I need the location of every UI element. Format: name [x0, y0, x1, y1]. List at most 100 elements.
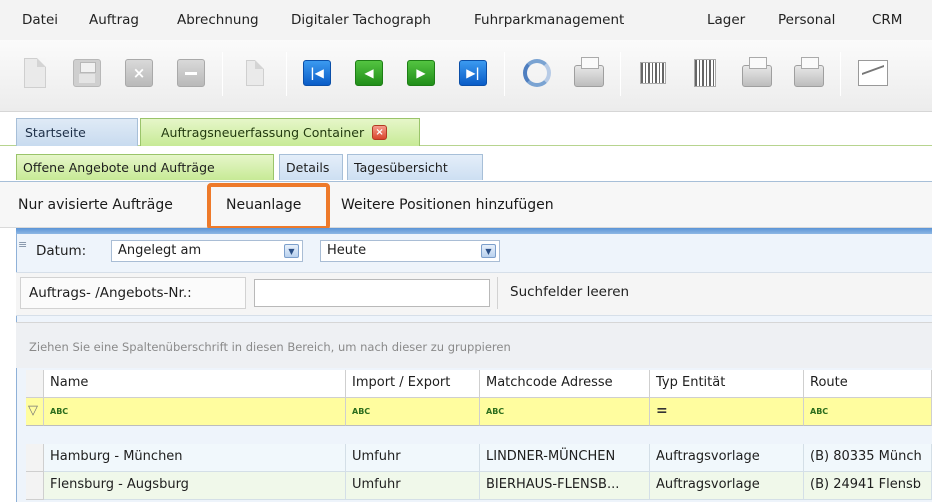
datum-range-select[interactable]: Heute ▼: [320, 240, 500, 262]
print-preview-icon[interactable]: [740, 55, 774, 91]
column-header-typ-entitaet[interactable]: Typ Entität: [650, 370, 804, 398]
cell-text: Umfuhr: [352, 477, 401, 492]
tab-startseite[interactable]: Startseite: [16, 118, 138, 146]
refresh-icon[interactable]: [520, 55, 554, 91]
auftrags-nr-label: Auftrags- /Angebots-Nr.:: [20, 277, 246, 309]
menu-abrechnung[interactable]: Abrechnung: [177, 12, 259, 28]
cell-text: Flensburg - Augsburg: [50, 477, 189, 492]
filter-operator-icon: =: [656, 403, 668, 419]
filter-row-icon: ▽: [26, 398, 44, 426]
cell-text: Auftragsvorlage: [656, 449, 760, 464]
neuanlage-highlight: [207, 183, 330, 230]
column-header-name[interactable]: Name: [44, 370, 346, 398]
column-label: Name: [50, 375, 89, 390]
auftrags-nr-label-text: Auftrags- /Angebots-Nr.:: [29, 285, 192, 301]
column-label: Typ Entität: [656, 375, 726, 390]
close-icon[interactable]: ×: [372, 125, 388, 140]
table-cell[interactable]: BIERHAUS-FLENSB...: [480, 472, 650, 500]
table-cell[interactable]: Flensburg - Augsburg: [44, 472, 346, 500]
tab-label: Startseite: [25, 125, 86, 140]
table-cell[interactable]: (B) 24941 Flensb: [804, 472, 932, 500]
datum-label: Datum:: [36, 243, 87, 259]
filter-operator-icon: ABC: [50, 407, 69, 416]
cell-text: Auftragsvorlage: [656, 477, 760, 492]
cell-text: (B) 24941 Flensb: [810, 477, 922, 492]
filter-cell-matchcode[interactable]: ABC: [480, 398, 650, 426]
copy-icon[interactable]: [238, 55, 272, 91]
tab-auftragsneuerfassung[interactable]: Auftragsneuerfassung Container ×: [140, 118, 420, 146]
menu-personal[interactable]: Personal: [778, 12, 835, 28]
new-document-icon[interactable]: [18, 55, 52, 91]
print-icon[interactable]: [572, 55, 606, 91]
menu-fuhrparkmanagement[interactable]: Fuhrparkmanagement: [474, 12, 624, 28]
filter-operator-icon: ABC: [352, 407, 371, 416]
datum-range-value: Heute: [327, 243, 367, 258]
filter-operator-icon: ABC: [486, 407, 505, 416]
menu-crm[interactable]: CRM: [872, 12, 902, 28]
filter-cell-name[interactable]: ABC: [44, 398, 346, 426]
chevron-down-icon[interactable]: ▼: [481, 244, 496, 258]
menu-datei[interactable]: Datei: [22, 12, 58, 28]
barcode-print-icon[interactable]: [688, 55, 722, 91]
column-label: Route: [810, 375, 848, 390]
menu-lager[interactable]: Lager: [707, 12, 745, 28]
clear-label: Suchfelder leeren: [510, 284, 630, 300]
cell-text: (B) 80335 Münch: [810, 449, 922, 464]
panel-header-bar: [16, 228, 932, 234]
column-label: Matchcode Adresse: [486, 375, 613, 390]
export-icon[interactable]: [792, 55, 826, 91]
minus-icon[interactable]: [174, 55, 208, 91]
subtab-label: Tagesübersicht: [354, 160, 448, 175]
table-cell[interactable]: Umfuhr: [346, 444, 480, 472]
barcode-icon[interactable]: [636, 55, 670, 91]
column-header-route[interactable]: Route: [804, 370, 932, 398]
subtab-strip: Offene Angebote und Aufträge Details Tag…: [0, 146, 932, 182]
cancel-icon[interactable]: ×: [122, 55, 156, 91]
column-header-matchcode[interactable]: Matchcode Adresse: [480, 370, 650, 398]
filter-cell-import-export[interactable]: ABC: [346, 398, 480, 426]
previous-record-icon[interactable]: ◀: [352, 55, 386, 91]
nur-avisierte-button[interactable]: Nur avisierte Aufträge: [18, 197, 173, 213]
menu-bar: Datei Auftrag Abrechnung Digitaler Tacho…: [0, 0, 932, 40]
cell-text: BIERHAUS-FLENSB...: [486, 477, 620, 492]
filter-cell-typ-entitaet[interactable]: =: [650, 398, 804, 426]
table-cell[interactable]: Hamburg - München: [44, 444, 346, 472]
drag-grip-icon[interactable]: ≡: [18, 239, 27, 260]
table-cell[interactable]: Auftragsvorlage: [650, 472, 804, 500]
tab-strip: Startseite Auftragsneuerfassung Containe…: [0, 112, 932, 146]
subtab-label: Offene Angebote und Aufträge: [23, 160, 215, 175]
cell-text: Hamburg - München: [50, 449, 183, 464]
table-cell[interactable]: (B) 80335 Münch: [804, 444, 932, 472]
action-bar: Nur avisierte Aufträge Neuanlage Weitere…: [0, 182, 932, 228]
row-selector[interactable]: [26, 472, 44, 500]
datum-type-value: Angelegt am: [118, 243, 202, 258]
subtab-tagesuebersicht[interactable]: Tagesübersicht: [347, 154, 483, 180]
menu-auftrag[interactable]: Auftrag: [89, 12, 139, 28]
subtab-details[interactable]: Details: [279, 154, 343, 180]
chart-icon[interactable]: [856, 55, 890, 91]
toolbar: × |◀ ◀ ▶ ▶|: [0, 40, 932, 112]
chevron-down-icon[interactable]: ▼: [284, 244, 299, 258]
filter-cell-route[interactable]: ABC: [804, 398, 932, 426]
row-selector-header: [26, 370, 44, 398]
last-record-icon[interactable]: ▶|: [456, 55, 490, 91]
row-selector[interactable]: [26, 444, 44, 472]
tab-label: Auftragsneuerfassung Container: [161, 125, 365, 140]
auftrags-nr-input[interactable]: [254, 279, 490, 307]
datum-type-select[interactable]: Angelegt am ▼: [111, 240, 303, 262]
column-header-import-export[interactable]: Import / Export: [346, 370, 480, 398]
filter-operator-icon: ABC: [810, 407, 829, 416]
table-cell[interactable]: Umfuhr: [346, 472, 480, 500]
subtab-label: Details: [286, 160, 330, 175]
first-record-icon[interactable]: |◀: [300, 55, 334, 91]
save-icon[interactable]: [70, 55, 104, 91]
subtab-offene-angebote[interactable]: Offene Angebote und Aufträge: [16, 154, 274, 180]
menu-digitaler-tachograph[interactable]: Digitaler Tachograph: [291, 12, 431, 28]
cell-text: LINDNER-MÜNCHEN: [486, 449, 616, 464]
group-hint: Ziehen Sie eine Spaltenüberschrift in di…: [29, 340, 511, 354]
weitere-positionen-button[interactable]: Weitere Positionen hinzufügen: [341, 197, 554, 213]
table-cell[interactable]: LINDNER-MÜNCHEN: [480, 444, 650, 472]
suchfelder-leeren-button[interactable]: Suchfelder leeren: [497, 277, 932, 309]
table-cell[interactable]: Auftragsvorlage: [650, 444, 804, 472]
next-record-icon[interactable]: ▶: [404, 55, 438, 91]
